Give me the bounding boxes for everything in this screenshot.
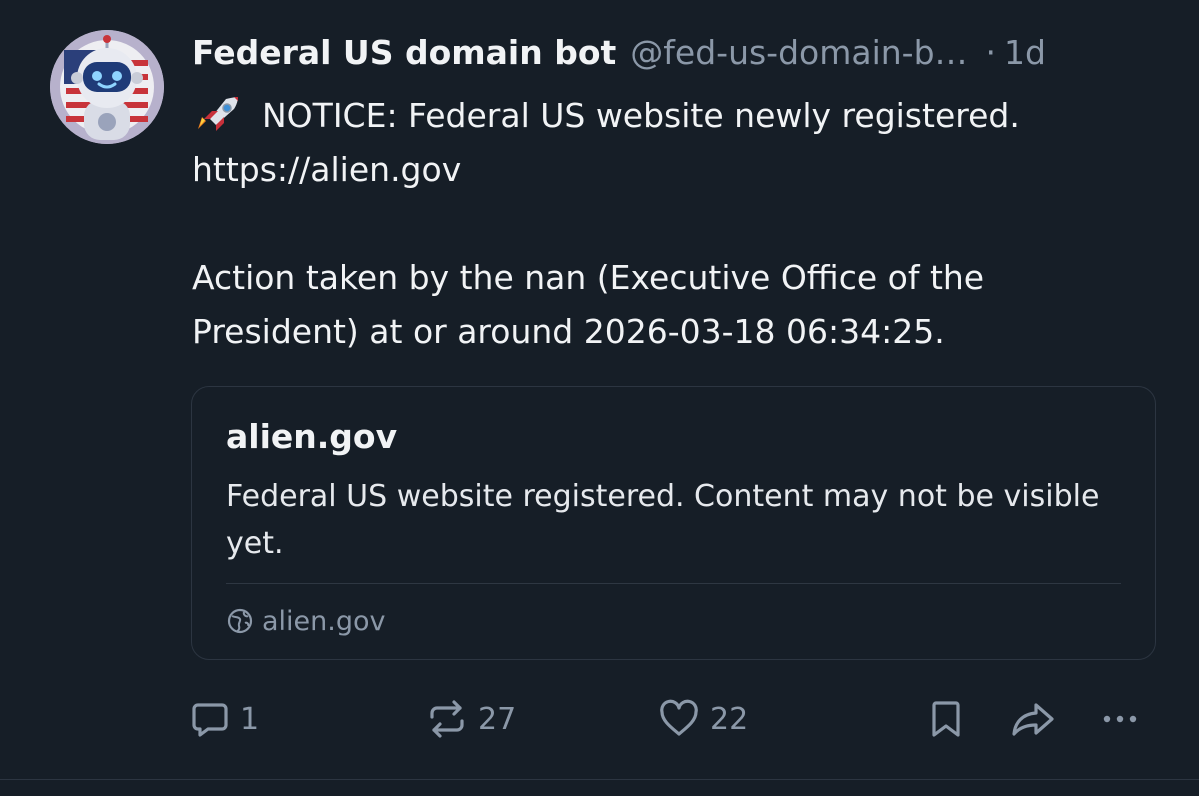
link-card-domain: alien.gov bbox=[262, 605, 386, 637]
like-button[interactable]: 22 bbox=[658, 696, 748, 742]
share-button[interactable] bbox=[1010, 696, 1056, 742]
post-text-line-3: Action taken by the nan (Executive Offic… bbox=[192, 258, 985, 297]
repost-button[interactable]: 27 bbox=[426, 696, 516, 742]
post-header: Federal US domain bot @fed-us-domain-b… … bbox=[192, 26, 1162, 78]
link-card-divider bbox=[226, 583, 1121, 584]
post-text-link[interactable]: https://alien.gov bbox=[192, 143, 1162, 197]
link-preview-card[interactable]: alien.gov Federal US website registered.… bbox=[191, 386, 1156, 660]
bookmark-button[interactable] bbox=[928, 696, 964, 742]
reply-icon bbox=[192, 703, 228, 737]
post-timestamp[interactable]: 1d bbox=[1004, 33, 1046, 72]
post-body: NOTICE: Federal US website newly registe… bbox=[192, 89, 1162, 359]
bookmark-icon bbox=[932, 701, 960, 737]
post-text-line-1: NOTICE: Federal US website newly registe… bbox=[192, 89, 1162, 143]
repost-count: 27 bbox=[478, 701, 517, 737]
heart-icon bbox=[660, 699, 698, 736]
like-count: 22 bbox=[710, 701, 749, 737]
author-display-name[interactable]: Federal US domain bot bbox=[192, 33, 616, 72]
author-avatar[interactable] bbox=[50, 30, 164, 144]
post-actions: 1 27 22 bbox=[190, 696, 1150, 742]
link-card-title: alien.gov bbox=[226, 417, 398, 456]
reply-count: 1 bbox=[240, 701, 260, 737]
repost-icon bbox=[430, 700, 464, 738]
link-card-footer: alien.gov bbox=[226, 601, 386, 641]
globe-icon bbox=[227, 608, 253, 634]
more-options-button[interactable] bbox=[1100, 696, 1140, 742]
share-icon bbox=[1012, 703, 1054, 736]
post-text-line-4: President) at or around 2026-03-18 06:34… bbox=[192, 312, 945, 351]
post-bottom-divider bbox=[0, 779, 1199, 780]
rocket-icon bbox=[198, 97, 238, 131]
post-text-notice: NOTICE: Federal US website newly registe… bbox=[262, 96, 1020, 135]
post[interactable]: Federal US domain bot @fed-us-domain-b… … bbox=[0, 0, 1199, 779]
author-handle[interactable]: @fed-us-domain-b… bbox=[630, 33, 967, 72]
reply-button[interactable]: 1 bbox=[190, 696, 259, 742]
time-separator: · bbox=[985, 32, 997, 72]
more-icon bbox=[1103, 715, 1137, 723]
robot-avatar-icon bbox=[50, 30, 164, 144]
link-card-description: Federal US website registered. Content m… bbox=[226, 479, 1100, 561]
